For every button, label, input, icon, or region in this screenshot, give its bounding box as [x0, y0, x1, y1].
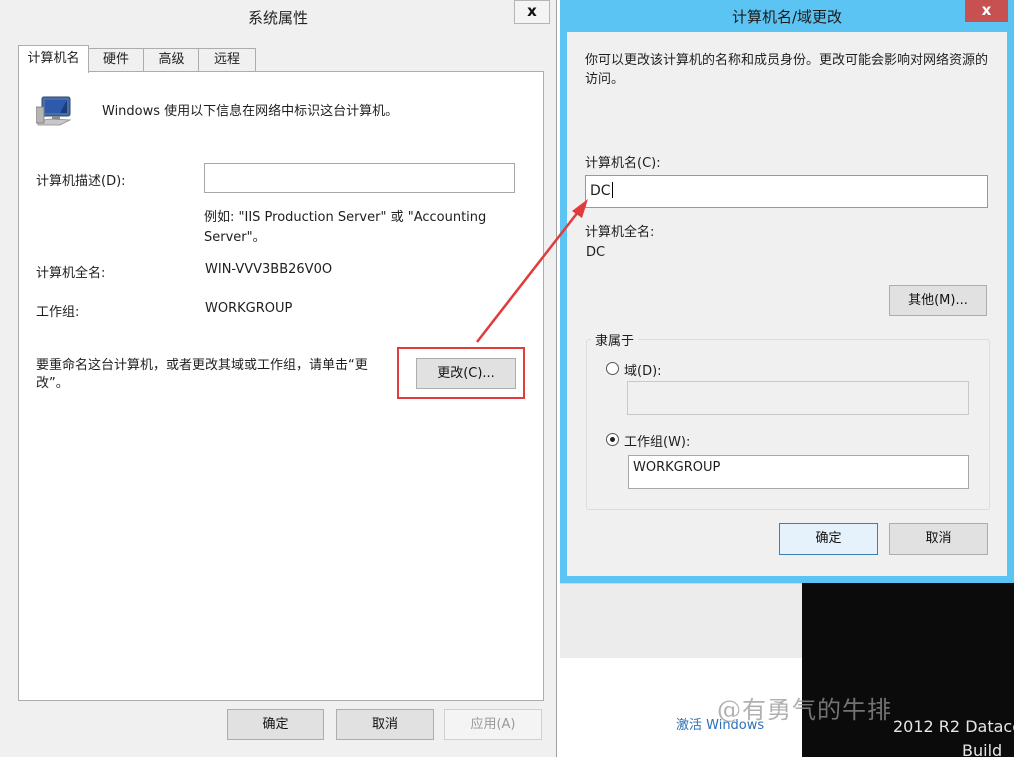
- tab-computer-name[interactable]: 计算机名: [18, 45, 89, 73]
- workgroup-label: 工作组:: [36, 305, 80, 320]
- rename-instruction-text: 要重命名这台计算机，或者更改其域或工作组，请单击“更改”。: [36, 358, 368, 391]
- background-window-strip: [560, 583, 802, 658]
- domain-radio[interactable]: [606, 362, 619, 375]
- cancel-button[interactable]: 取消: [336, 709, 434, 740]
- computer-name-dialog: 计算机名/域更改 x 你可以更改该计算机的名称和成员身份。更改可能会影响对网络资…: [560, 0, 1014, 583]
- tab-hardware[interactable]: 硬件: [87, 48, 145, 71]
- window-title: 系统属性: [247, 9, 308, 27]
- text-caret: [611, 182, 613, 198]
- full-name-value: WIN-VVV3BB26V0O: [205, 262, 333, 277]
- computer-name-value: DC: [590, 183, 611, 199]
- dialog-client-area: 你可以更改该计算机的名称和成员身份。更改可能会影响对网络资源的访问。 计算机名(…: [567, 32, 1007, 576]
- dialog-cancel-button[interactable]: 取消: [889, 523, 988, 555]
- dialog-title[interactable]: 计算机名/域更改: [560, 6, 1014, 27]
- workgroup-radio-label: 工作组(W):: [624, 435, 691, 450]
- apply-button: 应用(A): [444, 709, 542, 740]
- ok-button[interactable]: 确定: [227, 709, 324, 740]
- full-name-label: 计算机全名:: [36, 266, 106, 281]
- computer-icon: [36, 96, 72, 126]
- description-example-text: 例如: "IIS Production Server" 或 "Accountin…: [204, 210, 487, 245]
- domain-radio-label: 域(D):: [624, 364, 662, 379]
- system-properties-titlebar[interactable]: 系统属性 x: [0, 0, 556, 32]
- dialog-full-name-label: 计算机全名:: [585, 225, 655, 240]
- workgroup-radio[interactable]: [606, 433, 619, 446]
- panel-intro-text: Windows 使用以下信息在网络中标识这台计算机。: [102, 104, 399, 119]
- member-of-label: 隶属于: [591, 330, 639, 349]
- windows-build-text: Build: [962, 741, 1003, 760]
- computer-name-input[interactable]: DC: [585, 175, 988, 208]
- domain-input: [627, 381, 969, 415]
- dialog-ok-button[interactable]: 确定: [779, 523, 878, 555]
- dialog-full-name-value: DC: [586, 245, 606, 260]
- workgroup-input[interactable]: WORKGROUP: [628, 455, 969, 489]
- watermark-text: @有勇气的牛排: [717, 696, 892, 724]
- tab-remote[interactable]: 远程: [198, 48, 256, 71]
- system-properties-window: 系统属性 x 计算机名 硬件 高级 远程 Windows 使用以下信息在网络中标…: [0, 0, 557, 757]
- workgroup-value: WORKGROUP: [205, 301, 293, 316]
- description-label: 计算机描述(D):: [36, 174, 126, 189]
- windows-edition-text: 2012 R2 Datace: [893, 717, 1014, 736]
- highlight-box: [397, 347, 525, 399]
- more-button[interactable]: 其他(M)...: [889, 285, 987, 316]
- computer-description-input[interactable]: [204, 163, 515, 193]
- close-button[interactable]: x: [514, 0, 550, 24]
- dialog-close-button[interactable]: x: [965, 0, 1008, 22]
- dialog-intro-text: 你可以更改该计算机的名称和成员身份。更改可能会影响对网络资源的访问。: [585, 53, 989, 87]
- tab-advanced[interactable]: 高级: [143, 48, 200, 71]
- computer-name-label: 计算机名(C):: [585, 156, 661, 171]
